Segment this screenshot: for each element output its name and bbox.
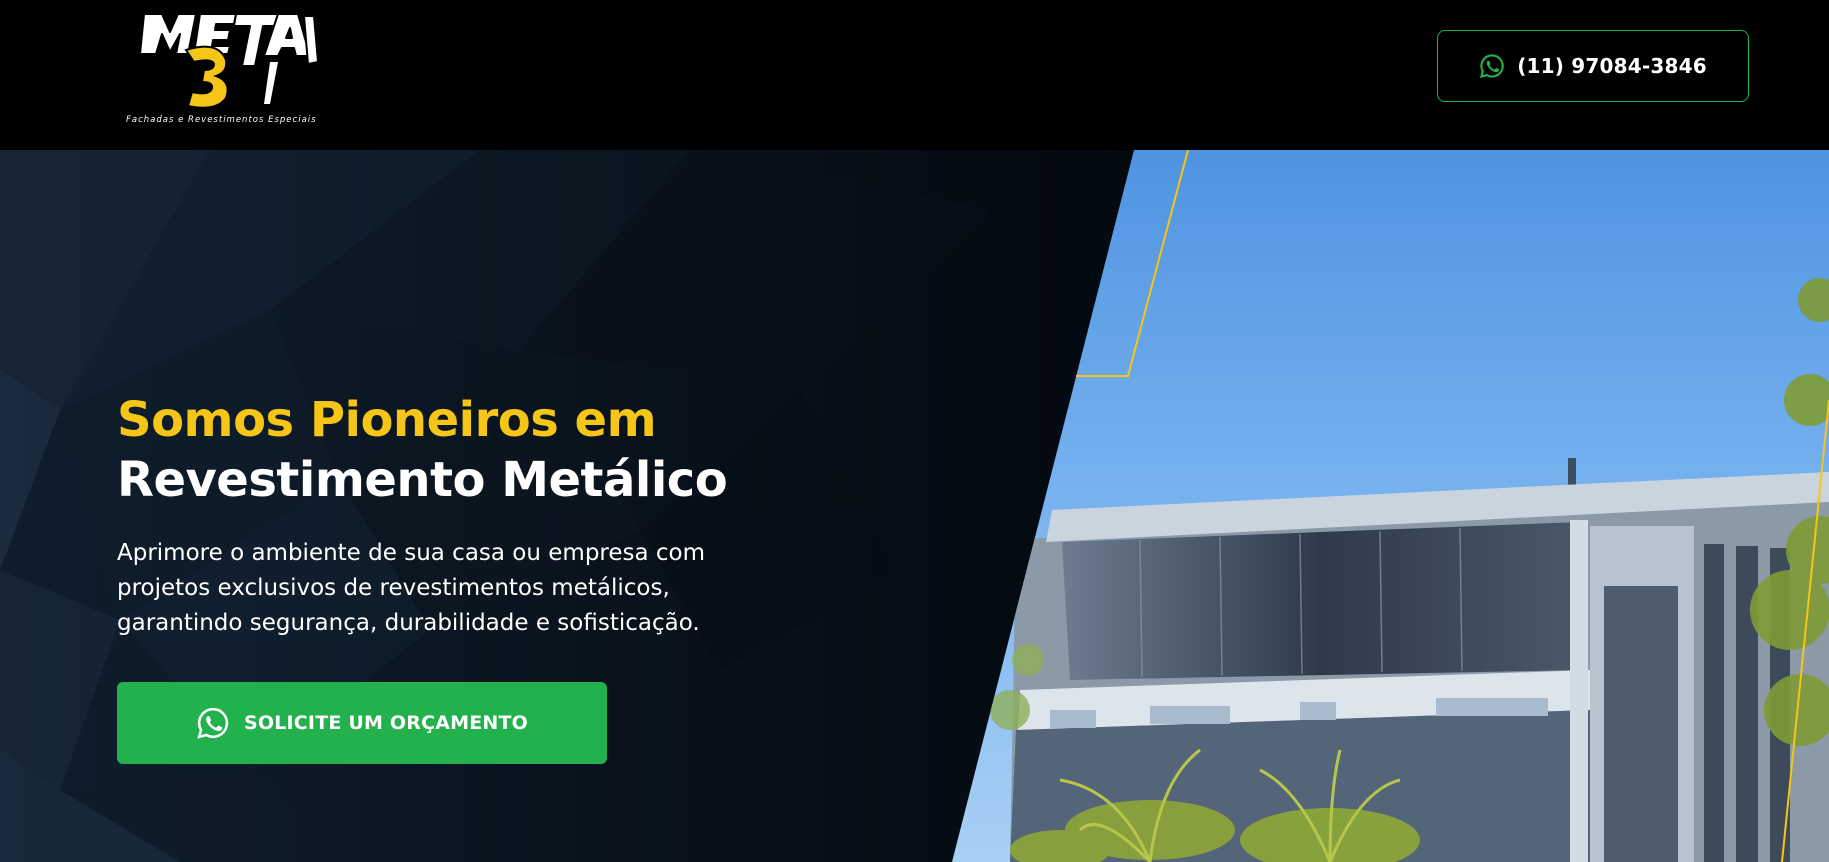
logo-tagline: Fachadas e Revestimentos Especiais (126, 115, 317, 125)
hero-title-line-2: Revestimento Metálico (117, 452, 728, 508)
site-header: Fachadas e Revestimentos Especiais (11) … (0, 0, 1829, 150)
phone-number: (11) 97084-3846 (1517, 54, 1707, 78)
whatsapp-phone-button[interactable]: (11) 97084-3846 (1437, 30, 1749, 102)
request-quote-button[interactable]: SOLICITE UM ORÇAMENTO (117, 682, 607, 764)
brand-logo[interactable]: Fachadas e Revestimentos Especiais (118, 4, 328, 126)
whatsapp-icon (1479, 53, 1505, 79)
hero-title: Somos Pioneiros em Revestimento Metálico (117, 390, 817, 510)
meta3-logo-graphic: Fachadas e Revestimentos Especiais (126, 13, 319, 125)
hero-section: Somos Pioneiros em Revestimento Metálico… (0, 150, 1829, 862)
hero-description: Aprimore o ambiente de sua casa ou empre… (117, 540, 706, 636)
request-quote-label: SOLICITE UM ORÇAMENTO (243, 712, 529, 734)
hero-copy: Somos Pioneiros em Revestimento Metálico… (117, 390, 817, 641)
whatsapp-icon (196, 706, 230, 740)
hero-title-line-1: Somos Pioneiros em (117, 392, 657, 448)
